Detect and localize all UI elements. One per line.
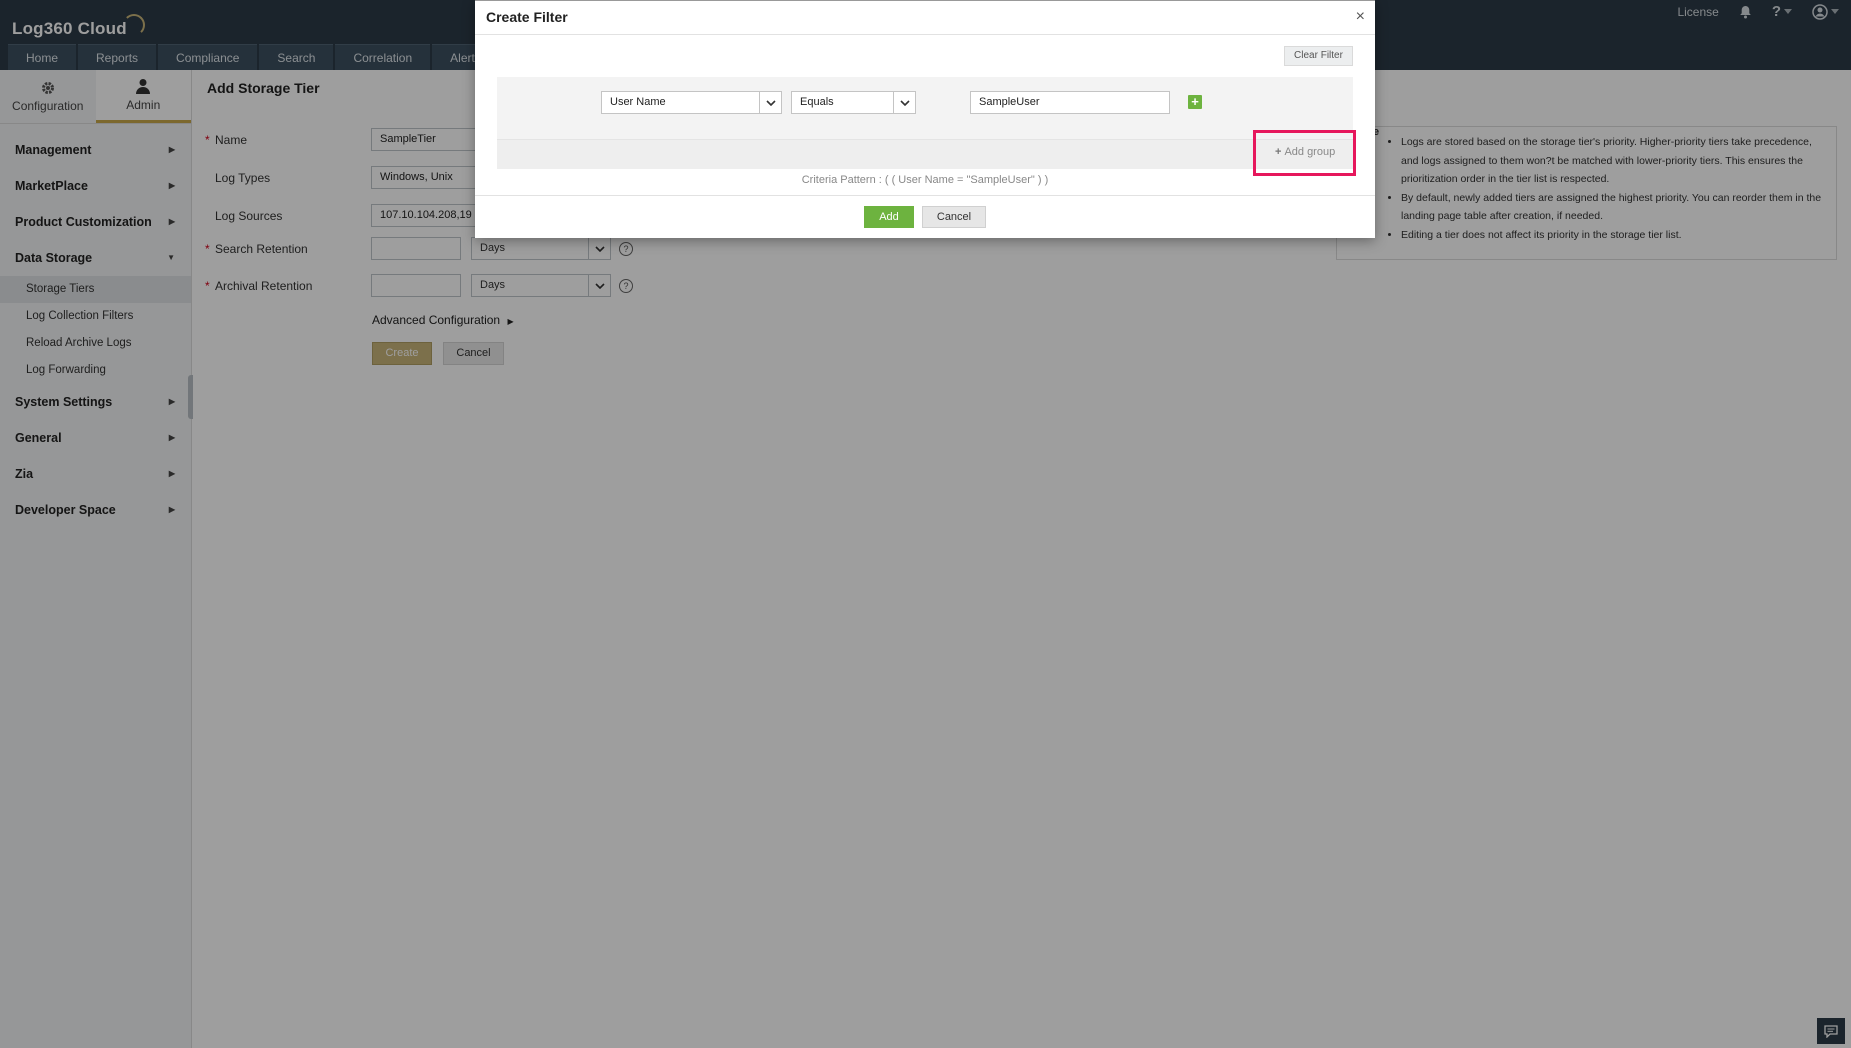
criteria-value-input[interactable]: SampleUser bbox=[970, 91, 1170, 114]
create-filter-dialog: Create Filter × Clear Filter User Name E… bbox=[475, 0, 1375, 238]
field-select[interactable]: User Name bbox=[601, 91, 782, 114]
dialog-header: Create Filter × bbox=[475, 1, 1375, 35]
add-group-button[interactable]: + Add group bbox=[1275, 146, 1335, 158]
criteria-row: User Name Equals SampleUser + bbox=[497, 77, 1353, 140]
add-button[interactable]: Add bbox=[864, 206, 914, 228]
add-criteria-button[interactable]: + bbox=[1188, 95, 1202, 109]
close-icon[interactable]: × bbox=[1356, 8, 1365, 26]
operator-select[interactable]: Equals bbox=[791, 91, 916, 114]
add-group-label: Add group bbox=[1284, 146, 1336, 158]
dialog-cancel-button[interactable]: Cancel bbox=[922, 206, 986, 228]
select-value: User Name bbox=[610, 96, 666, 108]
criteria-pattern: Criteria Pattern : ( ( User Name = "Samp… bbox=[801, 174, 1049, 186]
chevron-down-icon bbox=[893, 92, 915, 113]
dialog-title: Create Filter bbox=[486, 9, 568, 25]
criteria-group-footer bbox=[497, 140, 1353, 169]
select-value: Equals bbox=[800, 96, 834, 108]
clear-filter-button[interactable]: Clear Filter bbox=[1284, 46, 1353, 66]
chevron-down-icon bbox=[759, 92, 781, 113]
dialog-footer: Add Cancel bbox=[475, 195, 1375, 239]
criteria-group: User Name Equals SampleUser + bbox=[497, 77, 1353, 169]
plus-icon: + bbox=[1275, 146, 1282, 158]
